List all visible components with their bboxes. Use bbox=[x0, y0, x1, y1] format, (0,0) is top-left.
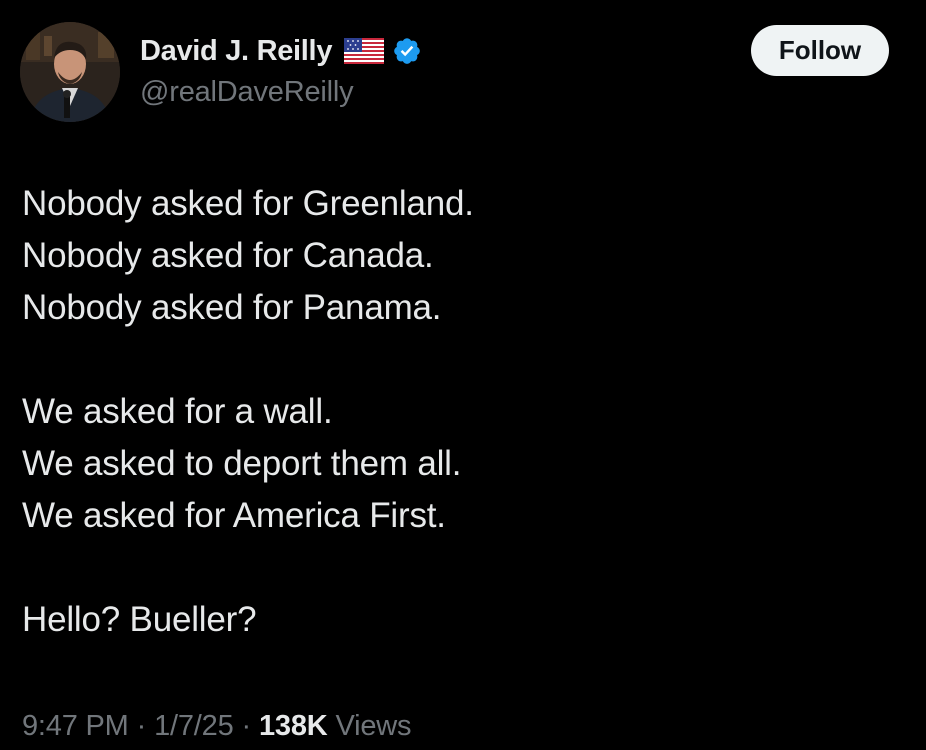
tweet-line: Nobody asked for Panama. bbox=[22, 288, 442, 327]
tweet-line: Nobody asked for Greenland. bbox=[22, 184, 474, 223]
tweet-meta: 9:47 PM · 1/7/25 · 138K Views bbox=[22, 702, 412, 750]
verified-badge-icon[interactable] bbox=[392, 36, 422, 66]
avatar-photo-icon bbox=[20, 22, 120, 122]
tweet-line: Nobody asked for Canada. bbox=[22, 236, 434, 275]
meta-separator: · bbox=[136, 709, 147, 742]
views-label: Views bbox=[335, 709, 412, 742]
views-count[interactable]: 138K bbox=[259, 710, 328, 743]
us-flag-icon bbox=[344, 38, 385, 64]
tweet-date[interactable]: 1/7/25 bbox=[154, 710, 234, 743]
author-display-name[interactable]: David J. Reilly bbox=[140, 35, 332, 68]
follow-button[interactable]: Follow bbox=[751, 25, 889, 76]
author-name-row: David J. Reilly bbox=[140, 30, 422, 72]
tweet-time[interactable]: 9:47 PM bbox=[22, 710, 129, 743]
tweet-line: Hello? Bueller? bbox=[22, 600, 257, 639]
author-handle[interactable]: @realDaveReilly bbox=[140, 76, 354, 109]
tweet-card: David J. Reilly @realDaveReilly Follow N… bbox=[0, 0, 926, 750]
meta-separator: · bbox=[241, 709, 252, 742]
tweet-text: Nobody asked for Greenland. Nobody asked… bbox=[22, 178, 902, 646]
tweet-line: We asked for America First. bbox=[22, 496, 446, 535]
tweet-line: We asked to deport them all. bbox=[22, 444, 462, 483]
avatar[interactable] bbox=[20, 22, 120, 122]
tweet-line: We asked for a wall. bbox=[22, 392, 333, 431]
